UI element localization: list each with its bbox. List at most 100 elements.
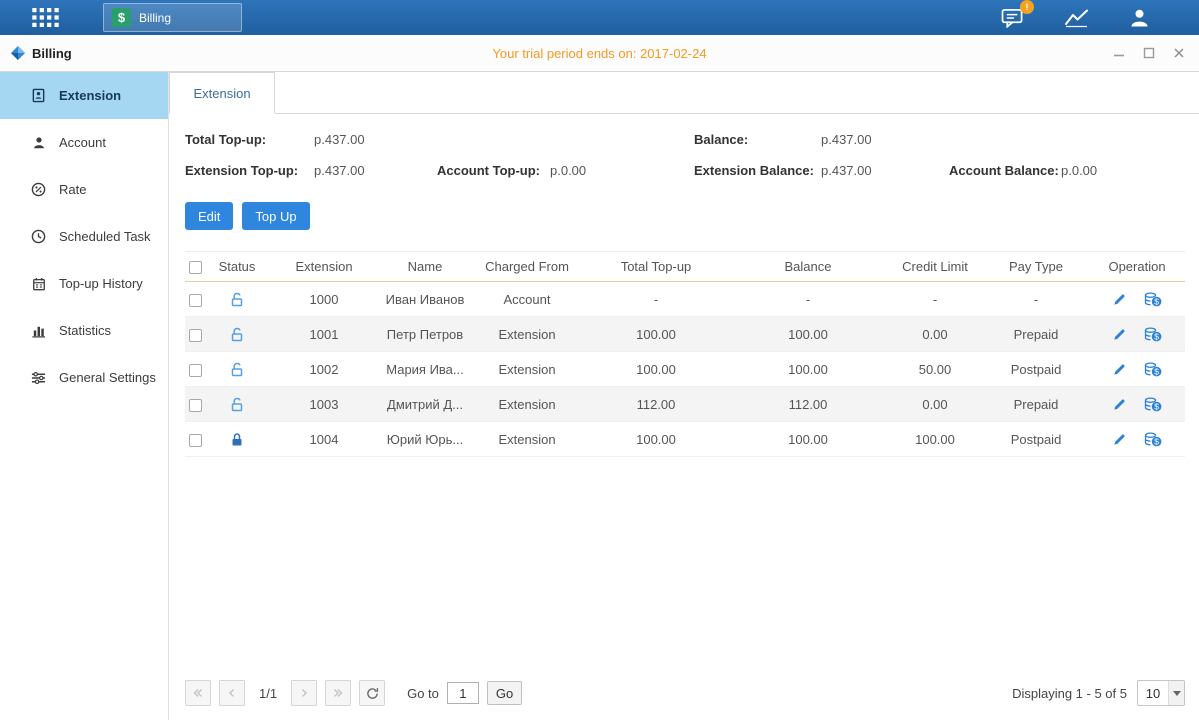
cell-total-topup: 100.00 bbox=[583, 327, 729, 342]
edit-icon[interactable] bbox=[1112, 362, 1127, 377]
extension-icon bbox=[30, 88, 47, 103]
page-size-select[interactable]: 10 bbox=[1137, 680, 1185, 706]
select-all-checkbox[interactable] bbox=[189, 261, 202, 274]
cell-total-topup: - bbox=[583, 292, 729, 307]
col-header-operation: Operation bbox=[1089, 259, 1185, 274]
cell-name: Иван Иванов bbox=[379, 292, 471, 307]
svg-text:$: $ bbox=[1154, 401, 1159, 411]
cell-charged-from: Account bbox=[471, 292, 583, 307]
sidebar-item-label: Top-up History bbox=[59, 276, 143, 291]
refresh-button[interactable] bbox=[359, 680, 385, 706]
sidebar-item-label: Extension bbox=[59, 88, 121, 103]
user-icon bbox=[1128, 7, 1151, 29]
top-up-button[interactable]: Top Up bbox=[242, 202, 309, 230]
first-page-button[interactable] bbox=[185, 680, 211, 706]
sidebar: Extension Account Rate Scheduled Task To… bbox=[0, 72, 169, 720]
next-page-button[interactable] bbox=[291, 680, 317, 706]
edit-button[interactable]: Edit bbox=[185, 202, 233, 230]
sidebar-item-general-settings[interactable]: General Settings bbox=[0, 354, 168, 401]
col-header-name[interactable]: Name bbox=[379, 259, 471, 274]
svg-text:$: $ bbox=[1154, 331, 1159, 341]
sidebar-item-label: Rate bbox=[59, 182, 86, 197]
edit-icon[interactable] bbox=[1112, 397, 1127, 412]
sliders-icon bbox=[30, 371, 47, 385]
cell-credit-limit: - bbox=[887, 292, 983, 307]
top-up-icon[interactable]: $ bbox=[1144, 397, 1162, 412]
cell-name: Петр Петров bbox=[379, 327, 471, 342]
table-row: 1000 Иван Иванов Account - - - - $ bbox=[185, 282, 1185, 317]
sidebar-item-rate[interactable]: Rate bbox=[0, 166, 168, 213]
last-page-button[interactable] bbox=[325, 680, 351, 706]
cell-pay-type: Prepaid bbox=[983, 397, 1089, 412]
status-unlocked-icon bbox=[205, 292, 269, 307]
tab-extension[interactable]: Extension bbox=[169, 72, 275, 114]
summary-panel: Total Top-up: p.437.00 Balance: p.437.00… bbox=[185, 124, 1185, 186]
table-row: 1001 Петр Петров Extension 100.00 100.00… bbox=[185, 317, 1185, 352]
edit-icon[interactable] bbox=[1112, 327, 1127, 342]
row-checkbox[interactable] bbox=[189, 329, 202, 342]
svg-text:$: $ bbox=[1154, 296, 1159, 306]
col-header-pay-type[interactable]: Pay Type bbox=[983, 259, 1089, 274]
window-controls bbox=[1113, 47, 1199, 59]
cell-balance: 100.00 bbox=[729, 327, 887, 342]
account-icon bbox=[30, 136, 47, 150]
cell-charged-from: Extension bbox=[471, 362, 583, 377]
row-checkbox[interactable] bbox=[189, 434, 202, 447]
double-chevron-right-icon bbox=[332, 687, 344, 699]
top-up-icon[interactable]: $ bbox=[1144, 292, 1162, 307]
topbar-tab-billing[interactable]: $ Billing bbox=[103, 3, 242, 32]
cell-total-topup: 100.00 bbox=[583, 432, 729, 447]
clock-icon bbox=[30, 229, 47, 244]
col-header-extension[interactable]: Extension bbox=[269, 259, 379, 274]
col-header-status[interactable]: Status bbox=[205, 259, 269, 274]
minimize-button[interactable] bbox=[1113, 47, 1125, 59]
edit-icon[interactable] bbox=[1112, 292, 1127, 307]
sidebar-item-account[interactable]: Account bbox=[0, 119, 168, 166]
col-header-total-topup[interactable]: Total Top-up bbox=[583, 259, 729, 274]
row-checkbox[interactable] bbox=[189, 399, 202, 412]
cell-extension: 1003 bbox=[269, 397, 379, 412]
apps-grid-button[interactable] bbox=[32, 8, 59, 27]
rate-icon bbox=[30, 182, 47, 197]
reports-button[interactable] bbox=[1064, 8, 1090, 28]
trial-notice: Your trial period ends on: 2017-02-24 bbox=[0, 46, 1199, 61]
tabstrip: Extension bbox=[169, 72, 1199, 114]
pagination-bar: 1/1 Go to Go Displaying 1 - 5 of 5 10 bbox=[185, 672, 1185, 720]
cell-credit-limit: 100.00 bbox=[887, 432, 983, 447]
caret-down-icon bbox=[1168, 681, 1184, 705]
cell-extension: 1004 bbox=[269, 432, 379, 447]
sidebar-item-topup-history[interactable]: Top-up History bbox=[0, 260, 168, 307]
summary-value-extension-topup: p.437.00 bbox=[314, 155, 437, 186]
col-header-credit-limit[interactable]: Credit Limit bbox=[887, 259, 983, 274]
summary-value-account-balance: p.0.00 bbox=[1061, 155, 1185, 186]
col-header-charged-from[interactable]: Charged From bbox=[471, 259, 583, 274]
calendar-icon bbox=[30, 277, 47, 291]
col-header-balance[interactable]: Balance bbox=[729, 259, 887, 274]
sidebar-item-statistics[interactable]: Statistics bbox=[0, 307, 168, 354]
page-size-value: 10 bbox=[1138, 681, 1168, 705]
cell-extension: 1001 bbox=[269, 327, 379, 342]
topbar-right-icons: ! bbox=[1000, 7, 1199, 29]
table-row: 1003 Дмитрий Д... Extension 112.00 112.0… bbox=[185, 387, 1185, 422]
sidebar-item-scheduled-task[interactable]: Scheduled Task bbox=[0, 213, 168, 260]
row-checkbox[interactable] bbox=[189, 294, 202, 307]
close-button[interactable] bbox=[1173, 47, 1185, 59]
sidebar-item-label: Account bbox=[59, 135, 106, 150]
sidebar-item-extension[interactable]: Extension bbox=[0, 72, 168, 119]
svg-text:$: $ bbox=[1154, 436, 1159, 446]
top-up-icon[interactable]: $ bbox=[1144, 362, 1162, 377]
app-shell: Extension Account Rate Scheduled Task To… bbox=[0, 72, 1199, 720]
summary-label-extension-balance: Extension Balance: bbox=[694, 155, 821, 186]
cell-name: Мария Ива... bbox=[379, 362, 471, 377]
edit-icon[interactable] bbox=[1112, 432, 1127, 447]
goto-page-input[interactable] bbox=[447, 682, 479, 704]
maximize-button[interactable] bbox=[1143, 47, 1155, 59]
prev-page-button[interactable] bbox=[219, 680, 245, 706]
messages-button[interactable]: ! bbox=[1000, 7, 1026, 28]
cell-credit-limit: 0.00 bbox=[887, 397, 983, 412]
user-button[interactable] bbox=[1128, 7, 1151, 29]
row-checkbox[interactable] bbox=[189, 364, 202, 377]
top-up-icon[interactable]: $ bbox=[1144, 327, 1162, 342]
go-button[interactable]: Go bbox=[487, 681, 522, 705]
top-up-icon[interactable]: $ bbox=[1144, 432, 1162, 447]
